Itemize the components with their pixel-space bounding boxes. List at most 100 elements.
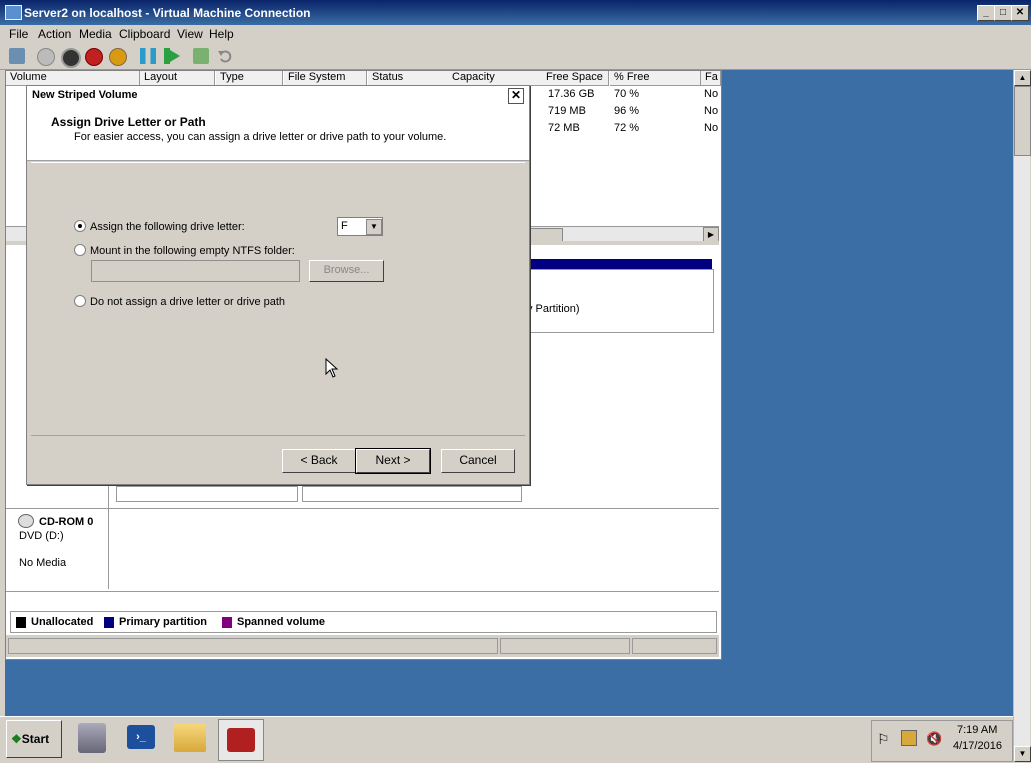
ctrl-alt-del-icon[interactable]: [9, 48, 25, 64]
back-button[interactable]: < Back: [282, 449, 356, 473]
vm-connection-icon: [5, 5, 22, 20]
legend-swatch-spanned: [222, 617, 232, 628]
mouse-cursor-icon: [325, 358, 339, 378]
dialog-subheading: For easier access, you can assign a driv…: [74, 131, 447, 143]
action-center-flag-icon[interactable]: ⚐: [877, 731, 890, 748]
resume-icon[interactable]: [164, 48, 183, 64]
start-label: Start: [21, 732, 50, 746]
cdrom-drive: DVD (D:): [19, 530, 64, 542]
cdrom-name: CD-ROM 0: [39, 516, 94, 528]
vm-vertical-scrollbar[interactable]: ▲ ▼: [1013, 70, 1031, 762]
footer-rule: [31, 435, 525, 436]
col-pct-free[interactable]: % Free: [610, 71, 701, 86]
row1-fa: No: [704, 88, 719, 100]
legend-bar: [10, 611, 717, 633]
taskbar-item-disk-management[interactable]: [218, 719, 264, 761]
disk-block-a[interactable]: [116, 486, 298, 502]
col-volume[interactable]: Volume: [6, 71, 140, 86]
row3-pct: 72 %: [614, 122, 640, 134]
folder-path-input[interactable]: [91, 260, 300, 282]
partition-label: y Partition): [527, 303, 580, 315]
clock-date[interactable]: 4/17/2016: [953, 740, 1002, 752]
label-mount-folder: Mount in the following empty NTFS folder…: [90, 245, 295, 257]
computer-management-icon: [227, 728, 255, 752]
turn-off-icon[interactable]: [61, 48, 81, 68]
network-icon[interactable]: [901, 730, 917, 746]
row1-free: 17.36 GB: [548, 88, 595, 100]
menu-clipboard[interactable]: Clipboard: [119, 27, 170, 41]
powershell-icon[interactable]: ›_: [127, 725, 155, 749]
speaker-muted-icon[interactable]: 🔇: [926, 731, 942, 747]
cdrom-icon: [18, 514, 34, 528]
row3-free: 72 MB: [548, 122, 580, 134]
col-layout[interactable]: Layout: [140, 71, 215, 86]
status-pane-3: [632, 638, 717, 654]
menu-view[interactable]: View: [177, 27, 203, 41]
label-no-letter: Do not assign a drive letter or drive pa…: [90, 296, 286, 308]
radio-assign-letter[interactable]: [74, 220, 86, 232]
menu-action[interactable]: Action: [38, 27, 71, 41]
status-bar: [6, 635, 719, 657]
taskbar: ❖Start ›_ ⚐ 🔇 7:19 AM 4/17/2016: [0, 716, 1013, 763]
explorer-folder-icon[interactable]: [174, 724, 206, 752]
cdrom-status: No Media: [19, 557, 67, 569]
row2-pct: 96 %: [614, 105, 640, 117]
dialog-heading: Assign Drive Letter or Path: [51, 115, 206, 129]
browse-button[interactable]: Browse...: [309, 260, 384, 282]
col-status[interactable]: Status: [368, 71, 449, 86]
scroll-thumb[interactable]: [1014, 86, 1031, 156]
dialog-close-button[interactable]: ✕: [508, 88, 524, 104]
vm-title-bar: Server2 on localhost - Virtual Machine C…: [0, 0, 1031, 25]
start-icon[interactable]: [37, 48, 55, 66]
new-striped-volume-dialog: New Striped Volume ✕ Assign Drive Letter…: [26, 85, 530, 485]
minimize-button[interactable]: _: [977, 5, 995, 21]
label-assign-letter: Assign the following drive letter:: [90, 221, 245, 233]
close-button[interactable]: ✕: [1011, 5, 1029, 21]
scroll-down-button[interactable]: ▼: [1014, 746, 1031, 762]
col-capacity[interactable]: Capacity: [448, 71, 545, 86]
save-state-icon[interactable]: [109, 48, 127, 66]
clock-time[interactable]: 7:19 AM: [957, 724, 997, 736]
window-title: Server2 on localhost - Virtual Machine C…: [24, 6, 311, 20]
menu-help[interactable]: Help: [209, 27, 234, 41]
pause-icon[interactable]: [140, 48, 156, 64]
col-free-space[interactable]: Free Space: [542, 71, 609, 86]
radio-no-letter[interactable]: [74, 295, 86, 307]
row3-fa: No: [704, 122, 719, 134]
menu-bar: File Action Media Clipboard View Help: [0, 25, 1031, 43]
chevron-down-icon[interactable]: ▼: [366, 219, 382, 235]
snapshot-icon[interactable]: [193, 48, 209, 64]
row2-free: 719 MB: [548, 105, 586, 117]
row1-pct: 70 %: [614, 88, 640, 100]
legend-spanned: Spanned volume: [237, 616, 326, 628]
menu-file[interactable]: File: [9, 27, 28, 41]
disk-block-b[interactable]: [302, 486, 522, 502]
dialog-title: New Striped Volume: [32, 89, 138, 101]
col-type[interactable]: Type: [216, 71, 283, 86]
status-pane-2: [500, 638, 630, 654]
menu-media[interactable]: Media: [79, 27, 112, 41]
maximize-button[interactable]: □: [994, 5, 1012, 21]
drive-letter-value: F: [341, 220, 348, 232]
dialog-header: Assign Drive Letter or Path For easier a…: [27, 106, 529, 161]
col-file-system[interactable]: File System: [284, 71, 367, 86]
radio-mount-folder[interactable]: [74, 244, 86, 256]
legend-primary: Primary partition: [119, 616, 208, 628]
legend-swatch-primary: [104, 617, 114, 628]
cancel-button[interactable]: Cancel: [441, 449, 515, 473]
legend-unallocated: Unallocated: [31, 616, 94, 628]
legend-swatch-unallocated: [16, 617, 26, 628]
drive-letter-select[interactable]: F ▼: [337, 217, 383, 236]
col-fault[interactable]: Fa: [701, 71, 721, 86]
dialog-title-bar: New Striped Volume ✕: [27, 86, 529, 107]
server-manager-icon[interactable]: [78, 723, 106, 753]
row2-fa: No: [704, 105, 719, 117]
scroll-up-button[interactable]: ▲: [1014, 70, 1031, 86]
partition-block[interactable]: y Partition): [526, 269, 714, 333]
start-button[interactable]: ❖Start: [6, 720, 62, 758]
shutdown-icon[interactable]: [85, 48, 103, 66]
revert-icon[interactable]: [217, 48, 233, 64]
next-button[interactable]: Next >: [355, 448, 431, 474]
windows-logo-icon: ❖: [11, 732, 22, 746]
hscroll-thumb[interactable]: [527, 228, 563, 242]
